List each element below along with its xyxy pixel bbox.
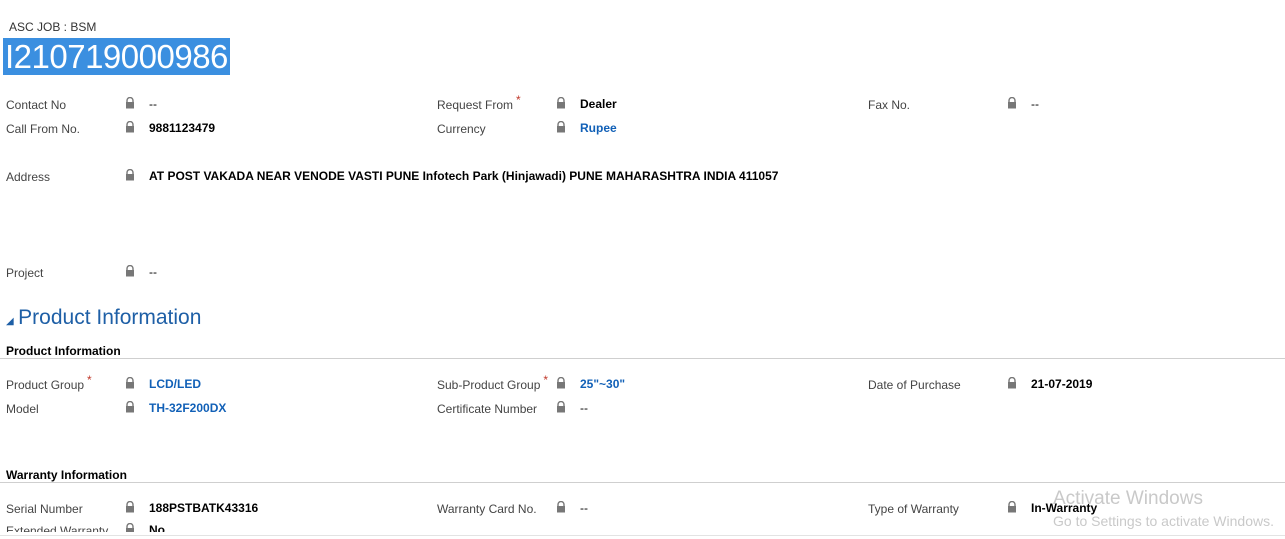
warranty-card-no-value[interactable]: --	[580, 501, 588, 515]
lock-icon	[557, 97, 565, 109]
lock-icon	[126, 169, 134, 181]
certificate-number-value[interactable]: --	[580, 401, 588, 415]
lock-icon	[557, 401, 565, 413]
lock-icon	[1008, 97, 1016, 109]
product-section-title: Product Information	[18, 306, 202, 329]
divider	[0, 358, 1285, 359]
currency-label: Currency	[437, 122, 486, 136]
activation-watermark-title: Activate Windows	[1053, 488, 1203, 509]
fax-no-value[interactable]: --	[1031, 97, 1039, 111]
extended-warranty-value[interactable]: No	[149, 523, 165, 532]
lock-icon	[1008, 501, 1016, 513]
divider	[0, 535, 1285, 536]
certificate-number-label: Certificate Number	[437, 402, 538, 416]
request-from-value[interactable]: Dealer	[580, 97, 617, 111]
lock-icon	[126, 523, 134, 532]
date-of-purchase-label: Date of Purchase	[868, 378, 961, 392]
lock-icon	[557, 501, 565, 513]
lock-icon	[126, 501, 134, 513]
lock-icon	[1008, 377, 1016, 389]
model-link[interactable]: TH-32F200DX	[149, 401, 226, 415]
sub-product-group-label: Sub-Product Group *	[437, 373, 549, 392]
project-value[interactable]: --	[149, 265, 157, 279]
required-marker: *	[87, 373, 92, 387]
product-subheading: Product Information	[6, 344, 121, 358]
currency-link[interactable]: Rupee	[580, 121, 617, 135]
product-section-header[interactable]: ◢ Product Information	[6, 306, 201, 330]
collapse-triangle-icon: ◢	[6, 316, 14, 327]
project-label: Project	[6, 266, 44, 280]
fax-no-label: Fax No.	[868, 98, 911, 112]
lock-icon	[126, 265, 134, 277]
model-label: Model	[6, 402, 39, 416]
entity-type-label: ASC JOB : BSM	[9, 20, 97, 34]
lock-icon	[126, 97, 134, 109]
lock-icon	[557, 377, 565, 389]
extended-warranty-label: Extended Warranty	[6, 524, 109, 532]
product-group-link[interactable]: LCD/LED	[149, 377, 201, 391]
contact-no-value[interactable]: --	[149, 97, 157, 111]
request-from-label: Request From *	[437, 93, 521, 112]
contact-no-label: Contact No	[6, 98, 67, 112]
call-from-no-value[interactable]: 9881123479	[149, 121, 215, 135]
sub-product-group-link[interactable]: 25"~30"	[580, 377, 625, 391]
required-marker: *	[543, 373, 549, 387]
lock-icon	[126, 121, 134, 133]
type-of-warranty-label: Type of Warranty	[868, 502, 959, 516]
address-label: Address	[6, 170, 51, 184]
call-from-no-label: Call From No.	[6, 122, 81, 136]
required-marker: *	[516, 93, 521, 107]
warranty-card-no-label: Warranty Card No.	[437, 502, 537, 516]
serial-number-label: Serial Number	[6, 502, 83, 516]
lock-icon	[557, 121, 565, 133]
job-number-text: I210719000986	[3, 38, 230, 75]
activation-watermark-text: Go to Settings to activate Windows.	[1053, 513, 1274, 529]
address-value[interactable]: AT POST VAKADA NEAR VENODE VASTI PUNE In…	[149, 169, 778, 183]
divider	[0, 482, 1285, 483]
warranty-subheading: Warranty Information	[6, 468, 127, 482]
job-number-title[interactable]: I210719000986	[3, 36, 230, 78]
lock-icon	[126, 401, 134, 413]
serial-number-value[interactable]: 188PSTBATK43316	[149, 501, 258, 515]
lock-icon	[126, 377, 134, 389]
date-of-purchase-value[interactable]: 21-07-2019	[1031, 377, 1092, 391]
product-group-label: Product Group *	[6, 373, 92, 392]
